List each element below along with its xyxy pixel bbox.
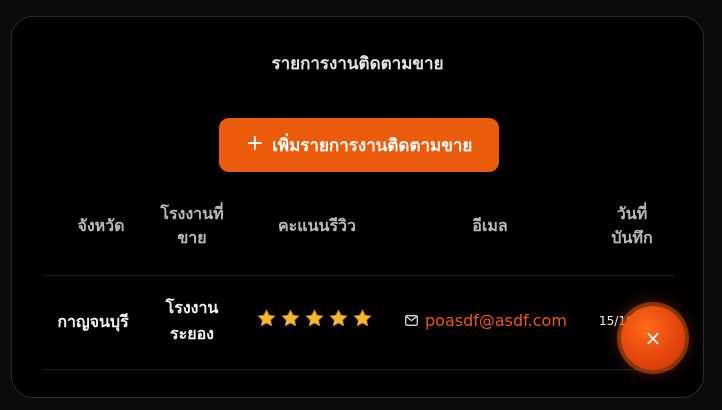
header-date: วันที่ บันทึก (592, 202, 672, 250)
mail-icon (405, 315, 418, 326)
header-factory-line2: ขาย (177, 228, 207, 247)
cell-email[interactable]: poasdf@asdf.com (405, 311, 567, 330)
cell-factory-line1: โรงงาน (165, 298, 219, 317)
cell-factory: โรงงาน ระยอง (147, 295, 237, 347)
cell-factory-line2: ระยอง (170, 324, 214, 343)
fab-glow: × (616, 301, 690, 375)
plus-icon: + (245, 131, 265, 156)
page-title: รายการงานติดตามขาย (271, 54, 444, 74)
header-factory: โรงงานที่ ขาย (147, 202, 237, 250)
star-icon (353, 309, 372, 327)
sales-tracking-card: รายการงานติดตามขาย + เพิ่มรายการงานติดตา… (11, 16, 704, 398)
header-divider (43, 275, 675, 276)
star-icon (281, 309, 300, 327)
header-date-line1: วันที่ (616, 204, 648, 223)
close-fab-button[interactable]: × (621, 306, 685, 370)
email-link[interactable]: poasdf@asdf.com (425, 311, 567, 330)
row-divider (43, 369, 675, 370)
star-icon (305, 309, 324, 327)
add-button-label: เพิ่มรายการงานติดตามขาย (272, 135, 473, 156)
header-province: จังหวัด (77, 216, 125, 235)
header-email: อีเมล (472, 216, 508, 235)
cell-province: กาญจนบุรี (57, 312, 129, 331)
rating-stars (256, 308, 373, 329)
header-date-line2: บันทึก (611, 228, 653, 247)
add-sales-tracking-button[interactable]: + เพิ่มรายการงานติดตามขาย (219, 118, 499, 172)
close-icon: × (644, 326, 662, 350)
header-factory-line1: โรงงานที่ (160, 204, 224, 223)
star-icon (257, 309, 276, 327)
star-icon (329, 309, 348, 327)
header-rating: คะแนนรีวิว (277, 216, 357, 235)
